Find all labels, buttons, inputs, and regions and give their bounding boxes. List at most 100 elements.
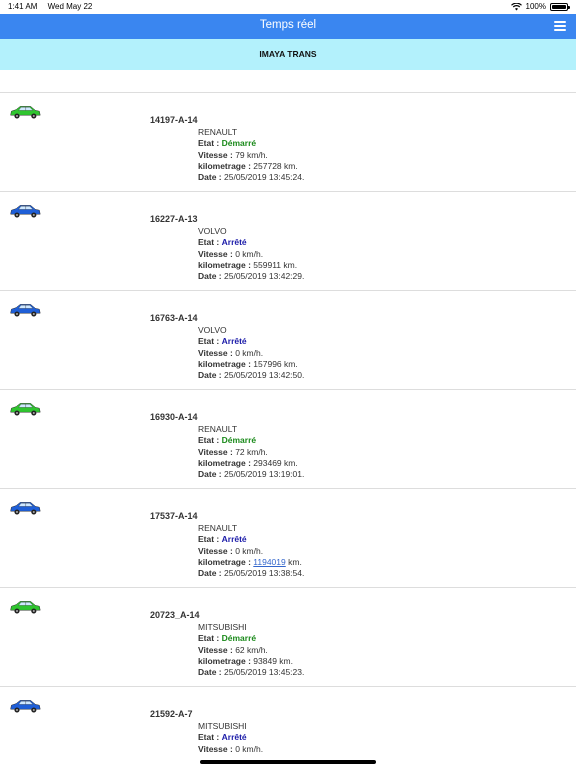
vehicle-state: Démarré [221, 138, 257, 149]
vehicle-brand: VOLVO [198, 226, 227, 236]
speed-label: Vitesse : [198, 644, 233, 655]
vehicle-date-line: Date : 25/05/2019 13:38:54. [198, 568, 304, 579]
vehicle-speed-line: Vitesse : 79 km/h. [198, 150, 304, 161]
vehicle-speed-line: Vitesse : 62 km/h. [198, 645, 304, 656]
date-label: Date : [198, 469, 222, 480]
vehicle-row[interactable]: 16763-A-14 VOLVO Etat : Arrêté Vitesse : 0 … [0, 291, 576, 390]
date-label: Date : [198, 370, 222, 381]
state-label: Etat : [198, 336, 220, 347]
vehicle-km: 293469 [253, 457, 282, 468]
vehicle-state-line: Etat : Arrêté [198, 534, 304, 545]
vehicle-speed-line: Vitesse : 0 km/h. [198, 744, 263, 755]
car-icon [10, 304, 41, 317]
vehicle-date-line: Date : 25/05/2019 13:42:50. [198, 370, 304, 381]
nav-bar: Temps réel [0, 14, 576, 39]
car-icon [10, 601, 41, 614]
vehicle-date: 25/05/2019 13:42:50. [224, 370, 305, 381]
km-label: kilometrage : [198, 556, 251, 567]
vehicle-date-line: Date : 25/05/2019 13:19:01. [198, 469, 304, 480]
hamburger-menu-icon[interactable] [554, 21, 566, 31]
vehicle-details: VOLVO Etat : Arrêté Vitesse : 0 km/h. kilom… [198, 226, 304, 282]
vehicle-km[interactable]: 1194019 [253, 557, 285, 567]
vehicle-details: MITSUBISHI Etat : Démarré Vitesse : 62 km/… [198, 622, 304, 678]
status-time: 1:41 AM [8, 2, 38, 11]
vehicle-speed: 0 km/h. [235, 248, 264, 259]
vehicle-km-line: kilometrage : 257728 km. [198, 161, 304, 172]
vehicle-km-unit: km. [288, 556, 302, 567]
vehicle-brand: RENAULT [198, 424, 238, 434]
vehicle-brand: RENAULT [198, 523, 238, 533]
vehicle-state-line: Etat : Arrêté [198, 732, 263, 743]
vehicle-date: 25/05/2019 13:42:29. [224, 271, 305, 282]
vehicle-brand: MITSUBISHI [198, 622, 247, 632]
vehicle-row[interactable]: 14197-A-14 RENAULT Etat : Démarré Vitesse :… [0, 93, 576, 192]
battery-percent: 100% [525, 2, 546, 11]
vehicle-row[interactable]: 17537-A-14 RENAULT Etat : Arrêté Vitesse : … [0, 489, 576, 588]
vehicle-speed: 79 km/h. [235, 149, 268, 160]
vehicle-date: 25/05/2019 13:45:23. [224, 667, 305, 678]
vehicle-state-line: Etat : Démarré [198, 138, 304, 149]
vehicle-speed-line: Vitesse : 0 km/h. [198, 546, 304, 557]
battery-icon [550, 2, 570, 11]
vehicle-speed-line: Vitesse : 0 km/h. [198, 348, 304, 359]
km-label: kilometrage : [198, 655, 251, 666]
vehicle-row[interactable]: 16227-A-13 VOLVO Etat : Arrêté Vitesse : 0 … [0, 192, 576, 291]
vehicle-state-line: Etat : Arrêté [198, 336, 304, 347]
vehicle-km-line: kilometrage : 559911 km. [198, 260, 304, 271]
vehicle-list[interactable]: 14197-A-14 RENAULT Etat : Démarré Vitesse :… [0, 92, 576, 760]
vehicle-plate: 17537-A-14 [150, 511, 198, 521]
vehicle-state-line: Etat : Arrêté [198, 237, 304, 248]
vehicle-speed: 62 km/h. [235, 644, 268, 655]
vehicle-date-line: Date : 25/05/2019 13:45:23. [198, 667, 304, 678]
state-label: Etat : [198, 138, 220, 149]
vehicle-brand: RENAULT [198, 127, 238, 137]
vehicle-state: Arrêté [221, 534, 247, 545]
vehicle-date-line: Date : 25/05/2019 13:45:24. [198, 172, 304, 183]
vehicle-km-unit: km. [284, 160, 298, 171]
vehicle-row[interactable]: 16930-A-14 RENAULT Etat : Démarré Vitesse :… [0, 390, 576, 489]
vehicle-km-line: kilometrage : 157996 km. [198, 359, 304, 370]
vehicle-row[interactable]: 21592-A-7 MITSUBISHI Etat : Arrêté Vitesse … [0, 687, 576, 760]
speed-label: Vitesse : [198, 545, 233, 556]
state-label: Etat : [198, 237, 220, 248]
state-label: Etat : [198, 534, 220, 545]
status-date: Wed May 22 [47, 2, 93, 11]
page-title: Temps réel [259, 19, 317, 31]
vehicle-speed-line: Vitesse : 72 km/h. [198, 447, 304, 458]
vehicle-km-unit: km. [284, 358, 298, 369]
vehicle-row[interactable]: 20723_A-14 MITSUBISHI Etat : Démarré Vitess… [0, 588, 576, 687]
vehicle-km: 257728 [253, 160, 282, 171]
vehicle-date: 25/05/2019 13:45:24. [224, 172, 305, 183]
speed-label: Vitesse : [198, 248, 233, 259]
car-icon [10, 205, 41, 218]
vehicle-state-line: Etat : Démarré [198, 435, 304, 446]
vehicle-state: Démarré [221, 633, 257, 644]
vehicle-plate: 20723_A-14 [150, 610, 200, 620]
car-icon [10, 502, 41, 515]
vehicle-speed: 72 km/h. [235, 446, 268, 457]
vehicle-state: Arrêté [221, 336, 247, 347]
status-right: 100% [510, 2, 570, 11]
date-label: Date : [198, 568, 222, 579]
vehicle-km-unit: km. [283, 259, 298, 270]
vehicle-plate: 16930-A-14 [150, 412, 198, 422]
state-label: Etat : [198, 435, 220, 446]
state-label: Etat : [198, 732, 220, 743]
vehicle-plate: 16763-A-14 [150, 313, 198, 323]
vehicle-km-unit: km. [279, 655, 293, 666]
vehicle-speed: 0 km/h. [235, 743, 264, 754]
date-label: Date : [198, 271, 222, 282]
state-label: Etat : [198, 633, 220, 644]
vehicle-plate: 14197-A-14 [150, 115, 198, 125]
vehicle-km-line: kilometrage : 293469 km. [198, 458, 304, 469]
date-label: Date : [198, 172, 222, 183]
vehicle-state: Arrêté [221, 237, 247, 248]
status-left: 1:41 AM Wed May 22 [8, 2, 100, 11]
car-icon [10, 106, 41, 119]
vehicle-date: 25/05/2019 13:19:01. [224, 469, 305, 480]
vehicle-state: Arrêté [221, 732, 247, 743]
speed-label: Vitesse : [198, 743, 233, 754]
vehicle-speed: 0 km/h. [235, 545, 264, 556]
vehicle-details: RENAULT Etat : Démarré Vitesse : 72 km/h. k… [198, 424, 304, 480]
company-name: IMAYA TRANS [0, 39, 576, 70]
